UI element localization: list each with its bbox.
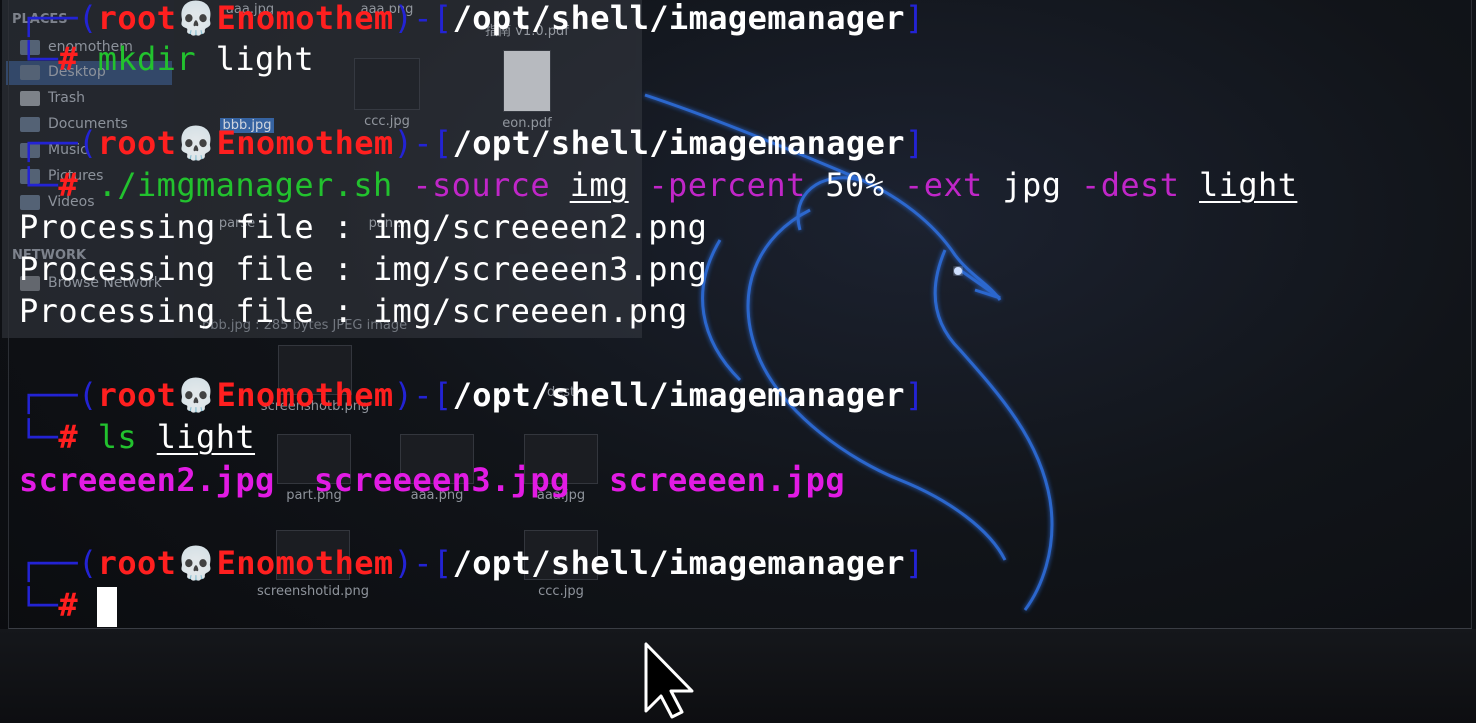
command-line: └─# mkdir light [19,40,315,78]
command-arg: light [1199,166,1298,204]
output-line: Processing file : img/screeeen.png [19,292,688,330]
ls-file: screeeen2.jpg [19,461,275,499]
desktop-bottom-area [0,629,1476,723]
command-name: mkdir [97,40,197,78]
command-option: -percent [648,166,806,204]
skull-icon: 💀 [176,0,217,37]
terminal-window[interactable]: ┌──(root💀Enomothem)-[/opt/shell/imageman… [8,0,1472,629]
command-arg: light [215,40,315,78]
prompt-path: /opt/shell/imagemanager [452,0,905,37]
command-option: -ext [904,166,983,204]
command-line: └─# ls light [19,418,256,456]
command-line: └─# ./imgmanager.sh -source img -percent… [19,166,1298,204]
ls-file: screeeen.jpg [609,461,845,499]
command-arg: jpg [1002,166,1062,204]
command-name: ls [97,418,138,456]
prompt-user: root [97,0,177,37]
prompt-line: ┌──(root💀Enomothem)-[/opt/shell/imageman… [19,0,925,37]
prompt-line: ┌──(root💀Enomothem)-[/opt/shell/imageman… [19,124,925,162]
command-option: -dest [1081,166,1180,204]
command-option: -source [412,166,551,204]
output-line: Processing file : img/screeeen3.png [19,250,708,288]
prompt-line: ┌──(root💀Enomothem)-[/opt/shell/imageman… [19,544,925,582]
output-line: Processing file : img/screeeen2.png [19,208,708,246]
skull-icon: 💀 [176,544,217,582]
ls-output-line: screeeen2.jpg screeeen3.jpg screeeen.jpg [19,459,845,501]
terminal-cursor [97,587,117,627]
command-name: ./imgmanager.sh [97,166,393,204]
skull-icon: 💀 [176,124,217,162]
command-line[interactable]: └─# [19,584,78,626]
ls-file: screeeen3.jpg [314,461,570,499]
skull-icon: 💀 [176,376,217,414]
mouse-pointer-icon [644,642,694,719]
command-arg: img [569,166,629,204]
command-arg: light [156,418,256,456]
prompt-line: ┌──(root💀Enomothem)-[/opt/shell/imageman… [19,376,925,414]
prompt-host: Enomothem [216,0,394,37]
command-arg: 50% [825,166,885,204]
